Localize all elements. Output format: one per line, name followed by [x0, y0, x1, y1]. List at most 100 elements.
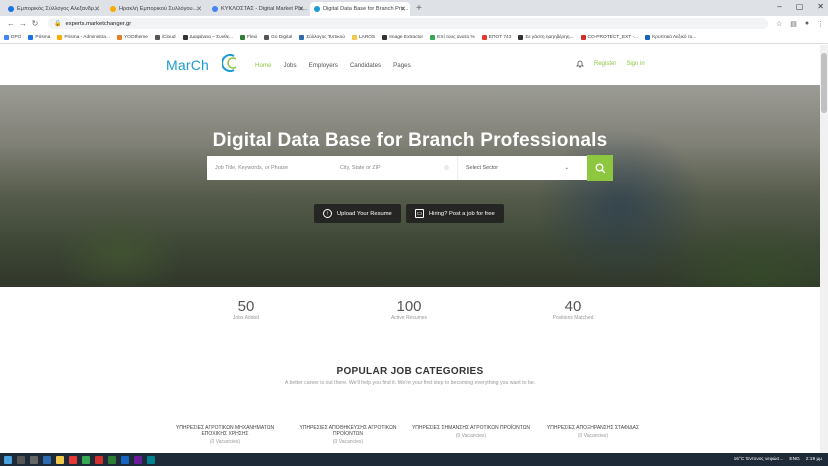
bookmark-item[interactable]: CO-PROTECT_EXT -...	[580, 34, 638, 40]
bookmark-item[interactable]: Σε γάστη ηαηηδέρηη...	[518, 34, 574, 40]
forward-icon[interactable]: →	[18, 19, 28, 28]
bookmark-item[interactable]: DPO	[4, 34, 22, 40]
bookmark-item[interactable]: YOOtheme	[116, 34, 148, 40]
register-link[interactable]: Register	[594, 61, 616, 67]
browser-tab-active[interactable]: Digital Data Base for Branch Pro... ✕	[310, 2, 410, 16]
bookmark-icon	[57, 34, 63, 40]
bookmark-item[interactable]: Επί τους ανατο %	[430, 34, 475, 40]
bookmark-item[interactable]: Flexi	[239, 34, 257, 40]
bookmark-item[interactable]: Image Extractor	[382, 34, 423, 40]
bell-icon[interactable]	[576, 59, 584, 68]
category-item[interactable]: ΥΠΗΡΕΣΙΕΣ ΑΠΟΞΗΡΑΝΣΗΣ ΣΤΑΦΙΔΑΣ (0 Vacanci…	[533, 425, 653, 439]
bookmark-icon	[116, 34, 122, 40]
windows-start-icon[interactable]	[4, 455, 12, 464]
search-taskbar-icon[interactable]	[17, 455, 25, 464]
nav-pages[interactable]: Pages	[393, 62, 411, 69]
nav-home[interactable]: Home	[255, 62, 272, 69]
close-tab-icon[interactable]: ✕	[196, 5, 202, 13]
bookmark-icon	[481, 34, 487, 40]
bookmark-icon	[430, 34, 436, 40]
app-icon[interactable]	[147, 455, 155, 464]
post-job-button[interactable]: ▭ Hiring? Post a job for free	[406, 204, 504, 223]
stat-value: 50	[237, 298, 255, 315]
city-input[interactable]: City, State or ZIP ◎	[332, 165, 457, 171]
close-tab-icon[interactable]: ✕	[400, 5, 406, 13]
bookmark-label: DPO	[11, 34, 22, 40]
category-item[interactable]: ΥΠΗΡΕΣΙΕΣ ΑΠΟΘΗΚΕΥΣΗΣ ΑΓΡΟΤΙΚΩΝ ΠΡΟΪΟΝΤΩ…	[288, 425, 408, 445]
word-icon[interactable]	[121, 455, 129, 464]
stat-label: Active Resumes	[390, 315, 428, 321]
section-title: POPULAR JOB CATEGORIES	[336, 366, 484, 377]
chevron-down-icon: ⌄	[564, 165, 569, 171]
url-input[interactable]: 🔒 experts.marketchanger.gr	[48, 18, 768, 29]
category-vacancies: (0 Vacancies)	[209, 439, 241, 445]
browser-tab[interactable]: ΚΥΚΛΟΣΤΑΣ - Digital Market Pla... ✕	[208, 2, 308, 16]
excel-icon[interactable]	[108, 455, 116, 464]
search-icon	[595, 163, 605, 173]
upload-resume-button[interactable]: ↑ Upload Your Resume	[314, 204, 401, 223]
bookmark-item[interactable]: Κρυπτικό Λεξικό το...	[645, 34, 697, 40]
reload-icon[interactable]: ↻	[30, 19, 40, 28]
bookmark-icon	[382, 34, 388, 40]
tab-label: Εμπορικός Σύλλογος Αλεξανδρ...	[17, 6, 99, 12]
bookmark-item[interactable]: Prisma	[28, 34, 50, 40]
keyword-input[interactable]: Job Title, Keywords, or Phrase	[207, 165, 332, 171]
bookmark-icon	[28, 34, 34, 40]
app-icon[interactable]	[69, 455, 77, 464]
stat-jobs-added: 50 Jobs Added	[196, 298, 296, 321]
nav-candidates[interactable]: Candidates	[350, 62, 381, 69]
extensions-icon[interactable]: ▤	[790, 20, 797, 28]
lock-icon: 🔒	[54, 21, 62, 27]
bookmark-icon	[580, 34, 586, 40]
language-indicator[interactable]: ENG	[789, 457, 799, 462]
weather-text[interactable]: 16°C Έντονος νεφώσ...	[734, 457, 784, 462]
close-window-icon[interactable]: ✕	[817, 2, 824, 11]
main-nav: Home Jobs Employers Candidates Pages	[255, 62, 411, 69]
search-button[interactable]	[587, 155, 613, 181]
edge-icon[interactable]	[43, 455, 51, 464]
star-icon[interactable]: ☆	[776, 20, 782, 28]
back-icon[interactable]: ←	[6, 19, 16, 28]
bookmark-label: Κρυπτικό Λεξικό το...	[652, 34, 697, 40]
nav-employers[interactable]: Employers	[309, 62, 338, 69]
minimize-icon[interactable]: –	[777, 2, 781, 11]
close-tab-icon[interactable]: ✕	[94, 5, 100, 13]
favicon-icon	[212, 6, 218, 12]
chrome-icon[interactable]	[82, 455, 90, 464]
bookmark-item[interactable]: ΕΠΟΤ 743	[481, 34, 511, 40]
new-tab-icon[interactable]: +	[416, 3, 422, 14]
menu-icon[interactable]: ⋮	[817, 20, 824, 28]
bookmark-item[interactable]: LAROS	[351, 34, 376, 40]
close-tab-icon[interactable]: ✕	[298, 5, 304, 13]
bookmark-item[interactable]: iCloud	[154, 34, 176, 40]
section-subtitle: A better career is out there. We'll help…	[284, 380, 536, 386]
page-scrollbar[interactable]	[820, 45, 828, 453]
onenote-icon[interactable]	[134, 455, 142, 464]
browser-tab[interactable]: Ηρακλή Εμπορικού Συλλόγου... ✕	[106, 2, 206, 16]
bookmark-label: LAROS	[358, 34, 376, 40]
acrobat-icon[interactable]	[95, 455, 103, 464]
maximize-icon[interactable]: ▢	[796, 2, 804, 11]
bookmark-item[interactable]: Go Digital	[264, 34, 293, 40]
bookmark-item[interactable]: Prisma - Administra...	[57, 34, 110, 40]
bookmark-label: Σε γάστη ηαηηδέρηη...	[525, 34, 574, 40]
explorer-icon[interactable]	[56, 455, 64, 464]
task-view-icon[interactable]	[30, 455, 38, 464]
category-item[interactable]: ΥΠΗΡΕΣΙΕΣ ΣΗΜΑΝΣΗΣ ΑΓΡΟΤΙΚΩΝ ΠΡΟΪΟΝΤΩΝ (0…	[411, 425, 531, 439]
browser-tab[interactable]: Εμπορικός Σύλλογος Αλεξανδρ... ✕	[4, 2, 104, 16]
bookmark-icon	[154, 34, 160, 40]
sector-select[interactable]: Select Sector ⌄	[457, 156, 577, 180]
site-logo[interactable]: MarCh	[166, 57, 209, 73]
bookmark-item[interactable]: Σύλλογος Τυπικού	[299, 34, 345, 40]
stat-value: 100	[396, 298, 422, 315]
scrollbar-thumb[interactable]	[821, 53, 827, 113]
bookmark-item[interactable]: Διαφάνεια – Συνθε...	[182, 34, 233, 40]
bookmark-icon	[645, 34, 651, 40]
signin-link[interactable]: Sign in	[626, 61, 644, 67]
category-item[interactable]: ΥΠΗΡΕΣΙΕΣ ΑΓΡΟΤΙΚΩΝ ΜΗΧΑΝΗΜΑΤΩΝ ΕΠΟΧΙΚΗΣ…	[165, 425, 285, 445]
bookmark-label: Go Digital	[271, 34, 293, 40]
profile-icon[interactable]: ●	[805, 20, 809, 28]
bookmark-icon	[4, 34, 9, 40]
nav-jobs[interactable]: Jobs	[284, 62, 297, 69]
clock[interactable]: 2:19 μμ	[806, 457, 822, 462]
